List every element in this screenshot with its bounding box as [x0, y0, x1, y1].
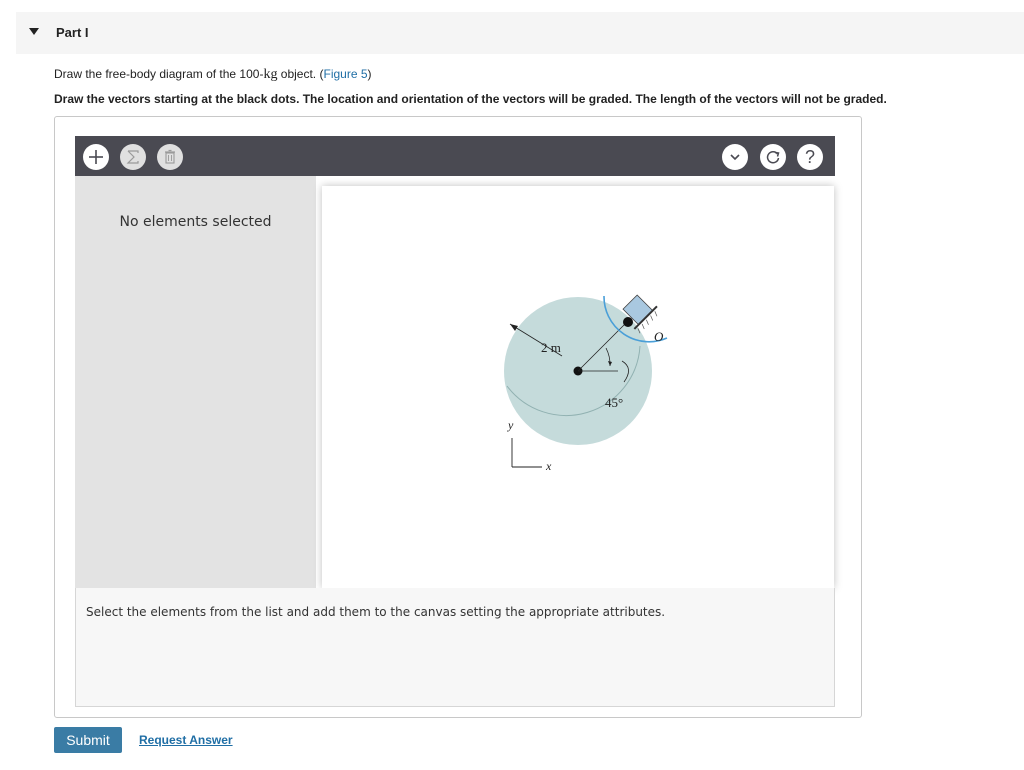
part-title: Part I [56, 25, 89, 40]
pin-dot [623, 317, 633, 327]
request-answer-link[interactable]: Request Answer [139, 733, 233, 747]
caret-down-icon[interactable] [29, 28, 39, 35]
instruction-suffix: ) [367, 67, 372, 81]
part-header[interactable]: Part I [16, 12, 1024, 54]
element-list-panel: No elements selected [75, 176, 316, 588]
submit-button[interactable]: Submit [54, 727, 122, 753]
no-elements-text: No elements selected [119, 214, 272, 230]
options-dropdown-button[interactable] [722, 144, 748, 170]
trash-icon [165, 149, 175, 164]
help-button[interactable]: ? [797, 144, 823, 170]
help-icon: ? [804, 146, 815, 167]
instruction-text: Draw the free-body diagram of the 100-kg… [54, 67, 372, 83]
angle-label: 45° [605, 395, 623, 410]
grading-instruction: Draw the vectors starting at the black d… [54, 92, 887, 106]
delete-button[interactable] [157, 144, 183, 170]
drawing-canvas[interactable]: 2 m 45° O y x [322, 186, 834, 588]
reset-icon [766, 151, 780, 164]
reset-button[interactable] [760, 144, 786, 170]
fbd-toolbar: ? [75, 136, 835, 176]
chevron-down-icon [730, 154, 740, 161]
y-axis-label: y [507, 418, 514, 432]
x-axis-label: x [545, 459, 552, 473]
mass-unit: kg [263, 67, 278, 82]
plus-icon [89, 150, 103, 164]
free-body-diagram: 2 m 45° O y x [504, 294, 668, 473]
attributes-instruction: Select the elements from the list and ad… [86, 605, 666, 619]
figure-link[interactable]: Figure 5 [323, 67, 367, 81]
pin-label: O [654, 329, 664, 344]
sigma-icon [126, 150, 139, 164]
instruction-prefix: Draw the free-body diagram of the 100- [54, 67, 264, 81]
sum-button[interactable] [120, 144, 146, 170]
add-element-button[interactable] [83, 144, 109, 170]
radius-label: 2 m [541, 340, 561, 355]
instruction-middle: object. ( [277, 67, 324, 81]
attributes-panel: Select the elements from the list and ad… [75, 588, 835, 707]
